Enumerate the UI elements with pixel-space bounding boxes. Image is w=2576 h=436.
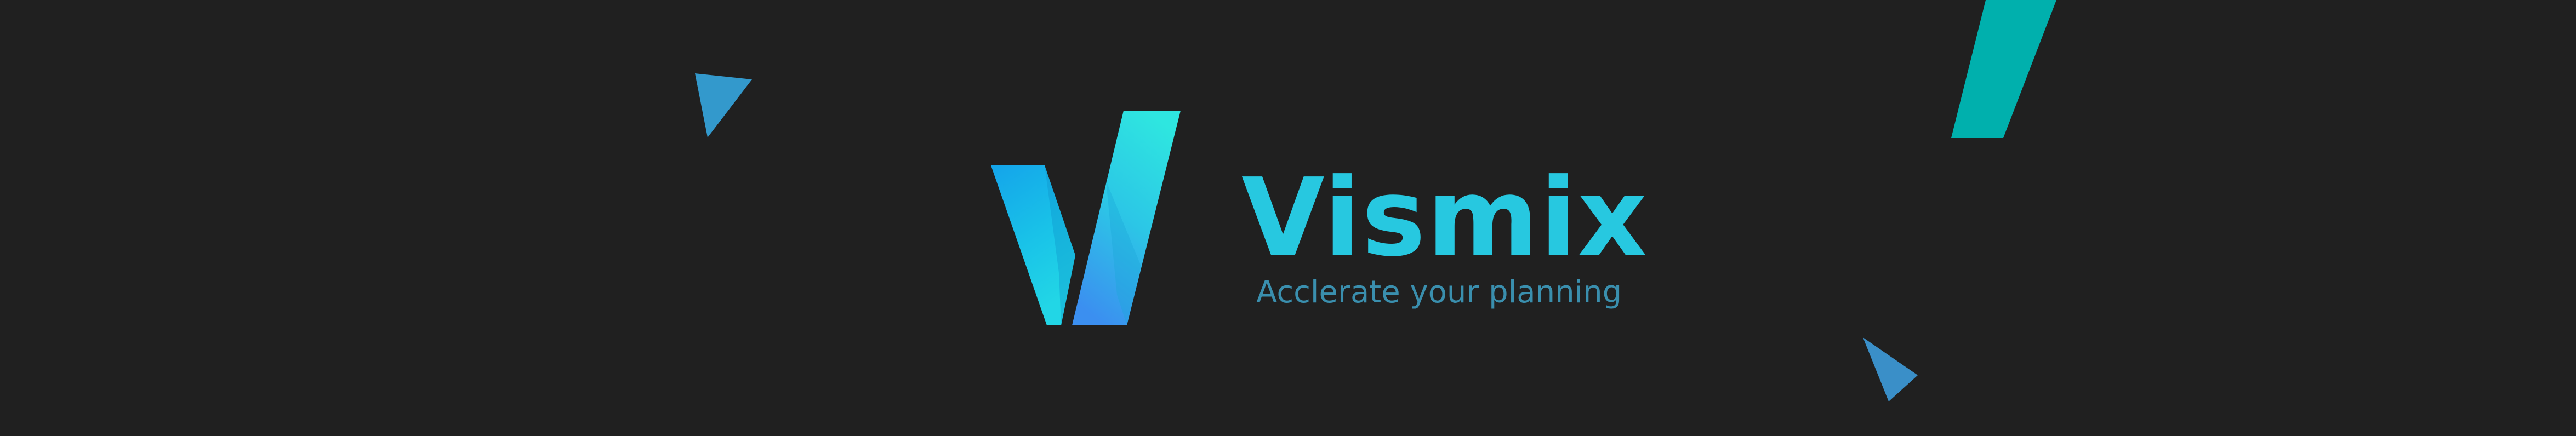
brand-name: Vismix [1241,156,1648,280]
banner: Vismix Acclerate your planning [0,0,2576,436]
triangle-icon [695,73,752,137]
slanted-bar-icon [1951,0,2056,138]
vismix-v-logo-icon [991,111,1181,325]
brand-tagline: Acclerate your planning [1256,274,1622,310]
triangle-icon [1863,337,1918,401]
